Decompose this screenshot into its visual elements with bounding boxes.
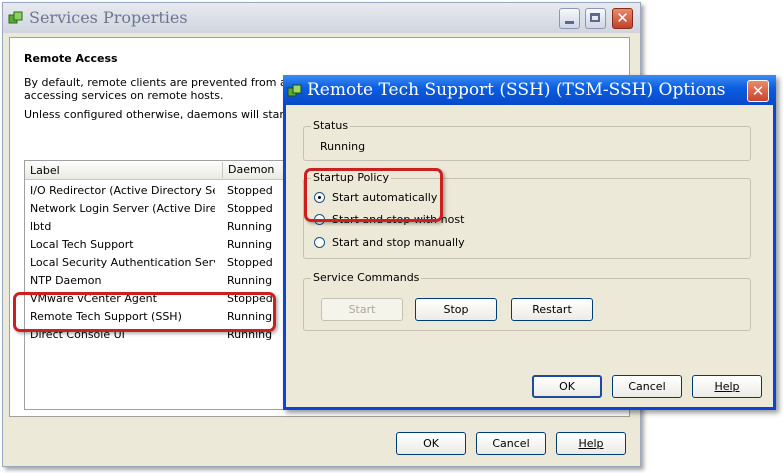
row-daemon: Stopped — [227, 202, 273, 215]
row-daemon: Stopped — [227, 184, 273, 197]
row-label: Network Login Server (Active Direc... — [30, 202, 215, 215]
status-group: Status Running — [303, 119, 751, 161]
close-icon: ✕ — [616, 9, 629, 27]
close-button[interactable]: ✕ — [612, 8, 633, 29]
table-row[interactable]: Network Login Server (Active Direc... St… — [25, 199, 285, 217]
minimize-icon — [565, 21, 574, 24]
row-label: lbtd — [30, 220, 52, 233]
table-row[interactable]: Local Security Authentication Serv... St… — [25, 253, 285, 271]
column-header-daemon[interactable]: Daemon — [222, 162, 274, 178]
maximize-icon — [590, 13, 600, 22]
dialog-body: Status Running Startup Policy Start auto… — [286, 105, 773, 407]
row-daemon: Running — [227, 238, 273, 251]
radio-label-start-stop-manually[interactable]: Start and stop manually — [332, 236, 465, 249]
table-row[interactable]: Local Tech Support Running — [25, 235, 285, 253]
row-daemon: Running — [227, 220, 273, 233]
column-header-label[interactable]: Label — [30, 164, 60, 177]
help-button[interactable]: Help — [556, 432, 626, 455]
row-label: Local Tech Support — [30, 238, 134, 251]
row-daemon: Running — [227, 274, 273, 287]
highlight-startup-policy — [304, 168, 443, 222]
row-daemon: Stopped — [227, 256, 273, 269]
highlight-selected-row — [13, 292, 276, 332]
section-title: Remote Access — [24, 52, 118, 65]
description-line-2: accessing services on remote hosts. — [24, 89, 224, 102]
radio-start-stop-manually[interactable] — [314, 237, 325, 248]
services-list[interactable]: Label Daemon I/O Redirector (Active Dire… — [24, 160, 286, 410]
stop-button[interactable]: Stop — [415, 298, 497, 321]
row-label: I/O Redirector (Active Directory Se... — [30, 184, 215, 197]
dialog-cancel-button[interactable]: Cancel — [612, 375, 682, 398]
description-line-1: By default, remote clients are prevented… — [24, 76, 294, 89]
row-label: NTP Daemon — [30, 274, 102, 287]
description-text: By default, remote clients are prevented… — [24, 76, 294, 102]
description-line-3: Unless configured otherwise, daemons wil… — [24, 108, 294, 121]
dialog-ok-button[interactable]: OK — [532, 375, 602, 398]
table-row[interactable]: I/O Redirector (Active Directory Se... S… — [25, 181, 285, 199]
service-commands-legend: Service Commands — [311, 271, 422, 284]
dialog-close-button[interactable]: ✕ — [747, 80, 769, 102]
status-value: Running — [320, 140, 366, 153]
table-row[interactable]: NTP Daemon Running — [25, 271, 285, 289]
dialog-help-button[interactable]: Help — [692, 375, 762, 398]
table-row[interactable]: lbtd Running — [25, 217, 285, 235]
cancel-button[interactable]: Cancel — [476, 432, 546, 455]
dialog-title: Remote Tech Support (SSH) (TSM-SSH) Opti… — [307, 80, 726, 100]
close-icon: ✕ — [751, 82, 765, 100]
ok-button[interactable]: OK — [396, 432, 466, 455]
dialog-titlebar[interactable]: Remote Tech Support (SSH) (TSM-SSH) Opti… — [283, 75, 776, 105]
tsm-ssh-options-dialog: Remote Tech Support (SSH) (TSM-SSH) Opti… — [283, 75, 776, 410]
restart-button[interactable]: Restart — [511, 298, 593, 321]
maximize-button[interactable] — [585, 8, 606, 29]
services-properties-titlebar[interactable]: Services Properties ✕ — [3, 3, 640, 33]
row-label: Local Security Authentication Serv... — [30, 256, 215, 269]
vsphere-app-icon — [8, 11, 23, 24]
minimize-button[interactable] — [559, 8, 580, 29]
list-header: Label Daemon — [25, 161, 285, 180]
vsphere-app-icon — [287, 84, 302, 97]
status-legend: Status — [311, 119, 351, 132]
service-commands-group: Service Commands Start Stop Restart — [303, 271, 751, 331]
window-title: Services Properties — [29, 8, 188, 27]
start-button[interactable]: Start — [321, 298, 403, 321]
